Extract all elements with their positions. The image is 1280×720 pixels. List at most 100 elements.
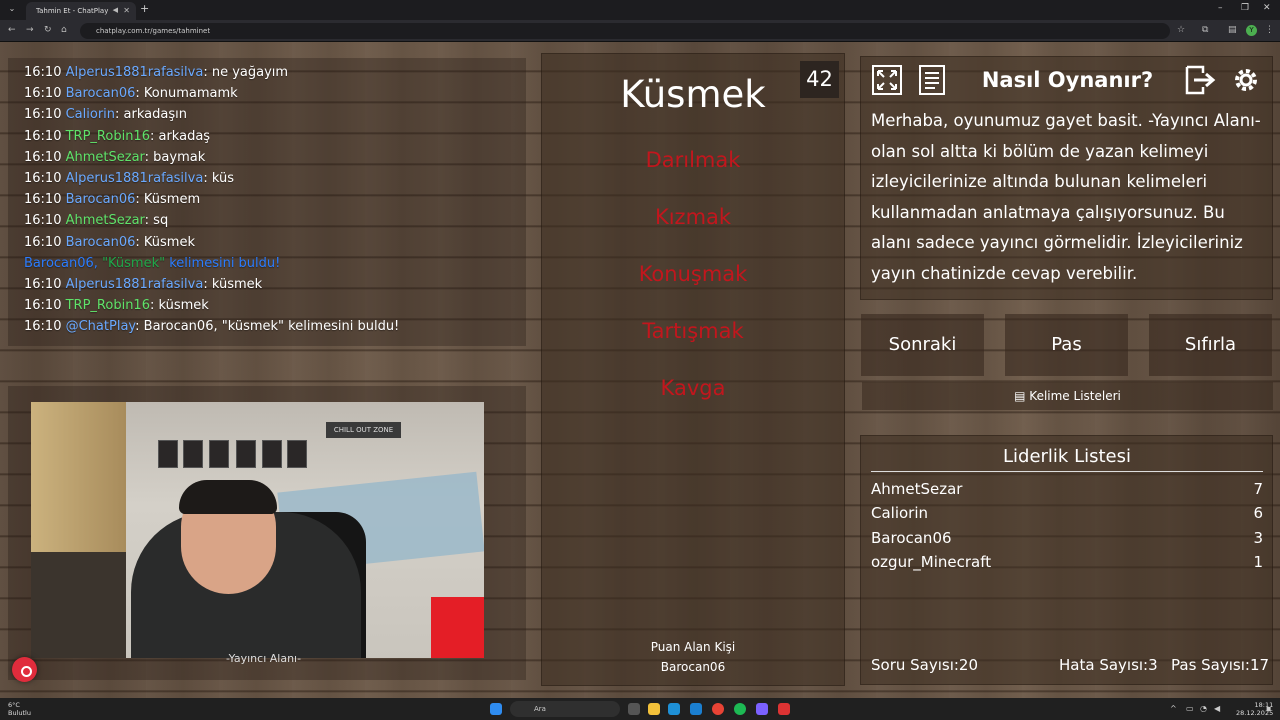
chat-message: 16:10 @ChatPlay: Barocan06, "küsmek" kel… xyxy=(24,316,524,337)
chat-message: 16:10 Barocan06: Konumamamk xyxy=(24,83,524,104)
back-icon[interactable]: ← xyxy=(8,25,16,35)
menu-dots-icon[interactable]: ⋮ xyxy=(1265,25,1274,35)
leaderboard-score: 6 xyxy=(1253,504,1263,522)
store-icon[interactable] xyxy=(690,703,702,715)
pass-button[interactable]: Pas xyxy=(1005,314,1128,376)
home-icon[interactable]: ⌂ xyxy=(61,25,67,35)
forbidden-word: Darılmak xyxy=(645,148,741,172)
edge-icon[interactable] xyxy=(668,703,680,715)
chat-message: 16:10 Alperus1881rafasilva: küs xyxy=(24,168,524,189)
question-count: Soru Sayısı:20 xyxy=(871,656,979,674)
wifi-icon[interactable]: ◔ xyxy=(1200,704,1207,713)
forbidden-word: Tartışmak xyxy=(642,319,744,343)
chat-message: 16:10 TRP_Robin16: arkadaş xyxy=(24,126,524,147)
chat-username[interactable]: @ChatPlay xyxy=(66,319,136,334)
scorer-label: Puan Alan Kişi xyxy=(650,640,736,654)
chat-text: : Küsmek xyxy=(135,234,195,250)
start-icon[interactable] xyxy=(490,703,502,715)
webcam-poster xyxy=(287,440,307,468)
help-title: Nasıl Oynanır? xyxy=(981,68,1154,92)
spotify-icon[interactable] xyxy=(734,703,746,715)
taskbar-search[interactable]: Ara xyxy=(510,701,620,717)
webcam-poster xyxy=(158,440,178,468)
word-lists-button[interactable]: ▤ Kelime Listeleri xyxy=(862,382,1273,410)
bookmark-star-icon[interactable]: ☆ xyxy=(1177,25,1185,35)
forbidden-word: Konuşmak xyxy=(638,262,748,286)
notification-icon[interactable]: ▪ xyxy=(1266,704,1271,713)
chat-time: 16:10 xyxy=(24,128,62,144)
chat-time: 16:10 xyxy=(24,234,62,250)
chat-username[interactable]: TRP_Robin16 xyxy=(66,298,150,313)
task-view-icon[interactable] xyxy=(628,703,640,715)
chat-message: 16:10 Caliorin: arkadaşın xyxy=(24,104,524,125)
leaderboard-score: 1 xyxy=(1253,553,1263,571)
chat-username[interactable]: Barocan06 xyxy=(66,192,136,207)
next-button[interactable]: Sonraki xyxy=(861,314,984,376)
tab-audio-icon[interactable]: ◀ xyxy=(113,6,118,14)
chat-time: 16:10 xyxy=(24,65,62,80)
chat-message: 16:10 AhmetSezar: baymak xyxy=(24,147,524,168)
clipboard-icon: ▤ xyxy=(1014,389,1026,403)
chat-text: : arkadaşın xyxy=(115,107,187,123)
reload-icon[interactable]: ↻ xyxy=(44,25,52,35)
chat-username[interactable]: TRP_Robin16 xyxy=(66,129,150,144)
exit-icon[interactable] xyxy=(1183,64,1219,100)
webcam-sign: CHILL OUT ZONE xyxy=(326,422,401,438)
chat-username[interactable]: Alperus1881rafasilva xyxy=(66,171,204,186)
webcam-person-hair xyxy=(179,480,277,514)
chat-username[interactable]: AhmetSezar xyxy=(66,150,145,165)
fullscreen-icon[interactable] xyxy=(869,64,905,100)
network-icon[interactable]: ▭ xyxy=(1186,704,1194,713)
windows-taskbar: 6°C Bulutlu Ara ^ ▭ ◔ ◀ 18:11 28.12.2025… xyxy=(0,698,1280,720)
word-lists-label: Kelime Listeleri xyxy=(1029,389,1121,403)
settings-gear-icon[interactable] xyxy=(1228,64,1264,100)
notes-icon[interactable] xyxy=(914,64,950,100)
system-found-word: "Küsmek" xyxy=(102,255,166,271)
tab-list-icon[interactable]: ⌄ xyxy=(6,4,18,16)
close-window-icon[interactable]: ✕ xyxy=(1263,3,1271,13)
leaderboard-score: 3 xyxy=(1253,529,1263,547)
file-explorer-icon[interactable] xyxy=(648,703,660,715)
minimize-icon[interactable]: – xyxy=(1218,3,1223,13)
chat-text: : küsmek xyxy=(203,276,263,292)
chat-time: 16:10 xyxy=(24,107,62,123)
leaderboard-title: Liderlik Listesi xyxy=(871,446,1263,472)
obs-icon[interactable] xyxy=(778,703,790,715)
leaderboard-name: Caliorin xyxy=(871,504,929,522)
chat-username[interactable]: Caliorin xyxy=(66,107,115,122)
forward-icon[interactable]: → xyxy=(26,25,34,35)
close-tab-icon[interactable]: ✕ xyxy=(123,6,130,15)
record-button[interactable] xyxy=(12,657,37,682)
new-tab-button[interactable]: + xyxy=(140,2,149,15)
chat-username[interactable]: Alperus1881rafasilva xyxy=(66,277,204,292)
leaderboard-name: AhmetSezar xyxy=(871,480,963,498)
chat-username[interactable]: Alperus1881rafasilva xyxy=(66,65,204,80)
target-word: Küsmek xyxy=(620,73,766,116)
volume-icon[interactable]: ◀ xyxy=(1214,704,1220,713)
weather-desc: Bulutlu xyxy=(8,709,31,717)
weather-widget[interactable]: 6°C Bulutlu xyxy=(8,701,31,717)
chat-text: : Konumamamk xyxy=(135,86,238,102)
error-count: Hata Sayısı:3 xyxy=(1059,656,1158,674)
chat-message: 16:10 TRP_Robin16: küsmek xyxy=(24,295,524,316)
chat-text: : arkadaş xyxy=(149,128,211,144)
chat-username[interactable]: Barocan06 xyxy=(66,86,136,101)
extensions-icon[interactable]: ⧉ xyxy=(1202,25,1208,35)
chat-username[interactable]: Barocan06 xyxy=(66,235,136,250)
reset-button[interactable]: Sıfırla xyxy=(1149,314,1272,376)
webcam-red-object xyxy=(431,597,484,658)
chat-message: Barocan06, "Küsmek" kelimesini buldu! xyxy=(24,253,524,274)
system-message-rest: kelimesini buldu! xyxy=(165,255,281,271)
sidebar-icon[interactable]: ▤ xyxy=(1228,25,1237,35)
discord-icon[interactable] xyxy=(756,703,768,715)
chat-time: 16:10 xyxy=(24,192,62,208)
maximize-icon[interactable]: ❐ xyxy=(1241,3,1249,13)
weather-temp: 6°C xyxy=(8,701,20,709)
tray-chevron-icon[interactable]: ^ xyxy=(1170,704,1177,713)
url-field[interactable]: chatplay.com.tr/games/tahminet xyxy=(80,23,1170,39)
chrome-icon[interactable] xyxy=(712,703,724,715)
browser-tab[interactable]: Tahmin Et - ChatPlay ◀ ✕ xyxy=(26,2,136,20)
pass-count: Pas Sayısı:17 xyxy=(1171,656,1270,674)
chat-username[interactable]: AhmetSezar xyxy=(66,213,145,228)
profile-avatar[interactable]: Y xyxy=(1246,25,1257,36)
